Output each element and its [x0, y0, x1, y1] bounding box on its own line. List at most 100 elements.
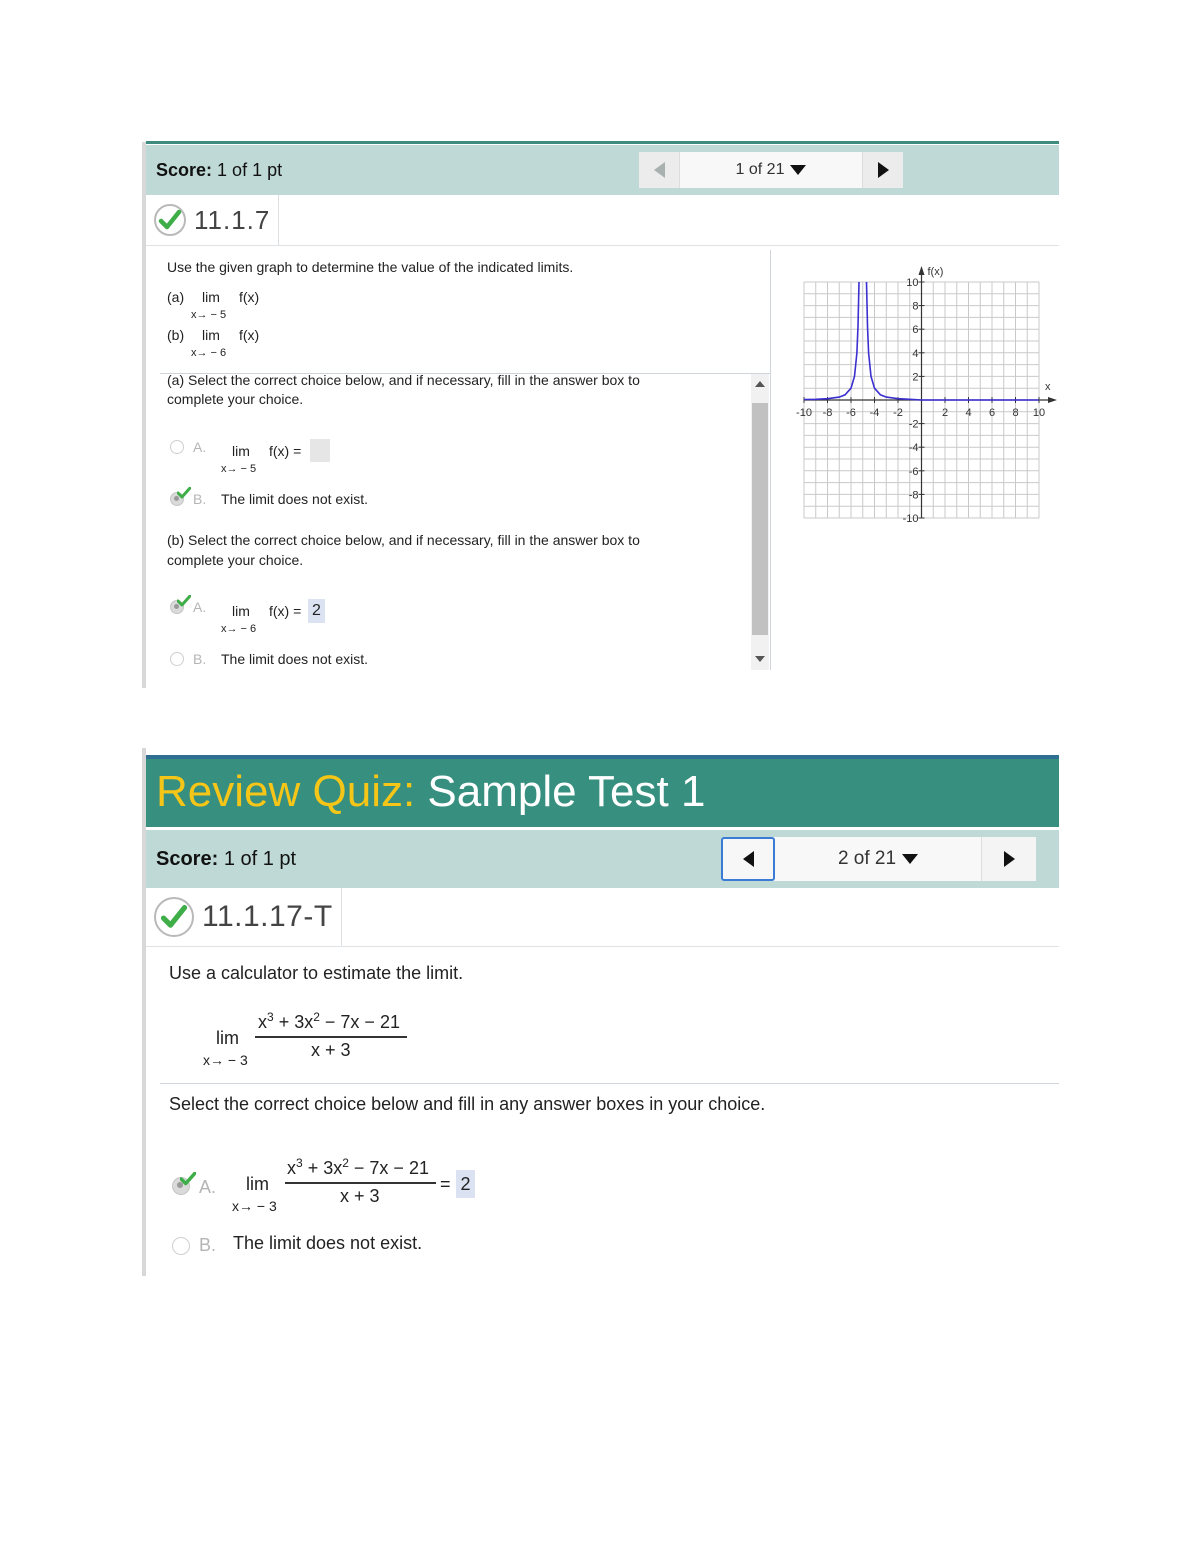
arrow-left-icon [653, 162, 665, 178]
question-prompt: Use the given graph to determine the val… [167, 259, 574, 275]
scroll-down-icon[interactable] [755, 656, 765, 662]
limit-b-approach: x→ − 6 [191, 347, 227, 359]
caret-down-icon [902, 854, 919, 864]
y-axis-label: f(x) [928, 266, 944, 278]
choice-text: The limit does not exist. [221, 491, 369, 507]
next-question-button[interactable] [982, 837, 1036, 881]
y-tick-label: 4 [912, 348, 918, 360]
choice-letter: B. [193, 651, 207, 667]
correct-answer-check-icon [177, 595, 191, 607]
instruction: Select the correct choice below and fill… [169, 1094, 766, 1114]
arrow-right-icon [1003, 851, 1015, 867]
limit-b-label: (b) [167, 327, 185, 343]
x-tick-label: -8 [823, 407, 833, 419]
divider [160, 1083, 1059, 1084]
x-tick-label: 2 [942, 407, 948, 419]
y-tick-label: 10 [906, 277, 918, 289]
fraction-bar [285, 1182, 436, 1184]
question-selector-dropdown[interactable]: 2 of 21 [775, 837, 982, 881]
next-question-button[interactable] [863, 152, 903, 188]
limit-denominator: x + 3 [311, 1040, 351, 1060]
x-tick-label: 10 [1033, 407, 1045, 419]
choice-lim: lim [232, 603, 250, 619]
y-tick-label: -10 [903, 513, 919, 525]
part-b-answer-box[interactable]: 2 [308, 599, 325, 623]
quiz-title: Review Quiz: Sample Test 1 [156, 767, 706, 816]
x-tick-label: 8 [1012, 407, 1018, 419]
y-tick-label: -4 [909, 442, 919, 454]
limit-approach: x→ − 3 [203, 1052, 248, 1068]
choice-text: The limit does not exist. [221, 651, 369, 667]
choice-letter: B. [199, 1235, 217, 1255]
y-tick-label: 6 [912, 324, 918, 336]
y-axis-arrow [918, 266, 925, 275]
question-navigator: 1 of 21 [639, 152, 903, 188]
score-text: Score: 1 of 1 pt [156, 848, 297, 870]
y-tick-label: 2 [912, 371, 918, 383]
limit-numerator: x3 + 3x2 − 7x − 21 [258, 1010, 400, 1032]
correct-answer-check-icon [177, 487, 191, 499]
arrow-right-icon [877, 162, 889, 178]
correct-check-icon [154, 897, 194, 937]
x-tick-label: -4 [870, 407, 880, 419]
score-text: Score: 1 of 1 pt [156, 160, 283, 180]
limit-a-lim: lim [202, 289, 220, 305]
x-tick-label: 6 [989, 407, 995, 419]
question-id-block: 11.1.17-T [154, 888, 342, 946]
correct-answer-check-icon [180, 1172, 196, 1186]
part-a-answer-box[interactable] [310, 439, 330, 462]
choice-letter: A. [193, 439, 207, 455]
question-id: 11.1.7 [194, 204, 271, 235]
part-b-choice-b-radio[interactable] [170, 652, 184, 666]
choice-approach: x→ − 6 [221, 623, 257, 635]
choice-numerator: x3 + 3x2 − 7x − 21 [287, 1156, 429, 1178]
divider [770, 250, 771, 670]
limit-lim: lim [216, 1028, 239, 1048]
y-tick-label: -2 [909, 419, 919, 431]
limit-a-label: (a) [167, 289, 185, 305]
x-axis-label: x [1045, 381, 1051, 393]
question-navigator: 2 of 21 [721, 837, 1036, 881]
previous-question-button[interactable] [639, 152, 679, 188]
scroll-up-icon[interactable] [755, 381, 765, 387]
limit-b-lim: lim [202, 327, 220, 343]
part-a-instruction-2: complete your choice. [167, 391, 304, 407]
part-a-choice-a-radio[interactable] [170, 440, 184, 454]
caret-down-icon [790, 165, 807, 175]
panel-top-rule [146, 141, 1059, 144]
correct-check-icon [154, 204, 186, 236]
x-axis-arrow [1048, 397, 1057, 403]
y-tick-label: 8 [912, 301, 918, 313]
part-b-instruction: (b) Select the correct choice below, and… [167, 532, 640, 548]
y-tick-label: -6 [909, 466, 919, 478]
question-prompt: Use a calculator to estimate the limit. [169, 963, 464, 983]
score-bar: Score: 1 of 1 pt 1 of 21 [146, 145, 1059, 195]
x-tick-label: 4 [965, 407, 971, 419]
choice-text: The limit does not exist. [233, 1233, 423, 1253]
scrollbar-thumb[interactable] [752, 403, 768, 635]
panel-border [142, 748, 146, 1276]
equals-sign: = [440, 1174, 451, 1194]
choice-b-radio[interactable] [172, 1237, 190, 1255]
choice-lim: lim [232, 443, 250, 459]
choice-denominator: x + 3 [340, 1186, 380, 1206]
arrow-left-icon [742, 851, 754, 867]
answer-box[interactable]: 2 [456, 1170, 475, 1198]
choice-letter: A. [193, 599, 207, 615]
y-tick-label: -8 [909, 489, 919, 501]
fraction-bar [255, 1036, 407, 1038]
question-header: 11.1.17-T [146, 888, 1059, 947]
quiz-title-bar: Review Quiz: Sample Test 1 [146, 759, 1059, 827]
question-header: 11.1.7 [146, 195, 1059, 246]
question-id: 11.1.17-T [202, 900, 333, 933]
part-b-instruction-2: complete your choice. [167, 552, 304, 568]
question-id-block: 11.1.7 [154, 195, 280, 245]
limit-a-approach: x→ − 5 [191, 309, 227, 321]
part-a-instruction: (a) Select the correct choice below, and… [167, 372, 640, 388]
choice-approach: x→ − 5 [221, 463, 257, 475]
function-graph: -10 -8 -6 -4 -2 2 4 6 8 10 10 8 6 4 2 -2 -4 -6 -8 -10 x f(x) [796, 266, 1057, 525]
choice-expr: f(x) = [269, 603, 302, 619]
previous-question-button[interactable] [721, 837, 775, 881]
question-selector-dropdown[interactable]: 1 of 21 [679, 152, 863, 188]
choice-letter: B. [193, 491, 207, 507]
